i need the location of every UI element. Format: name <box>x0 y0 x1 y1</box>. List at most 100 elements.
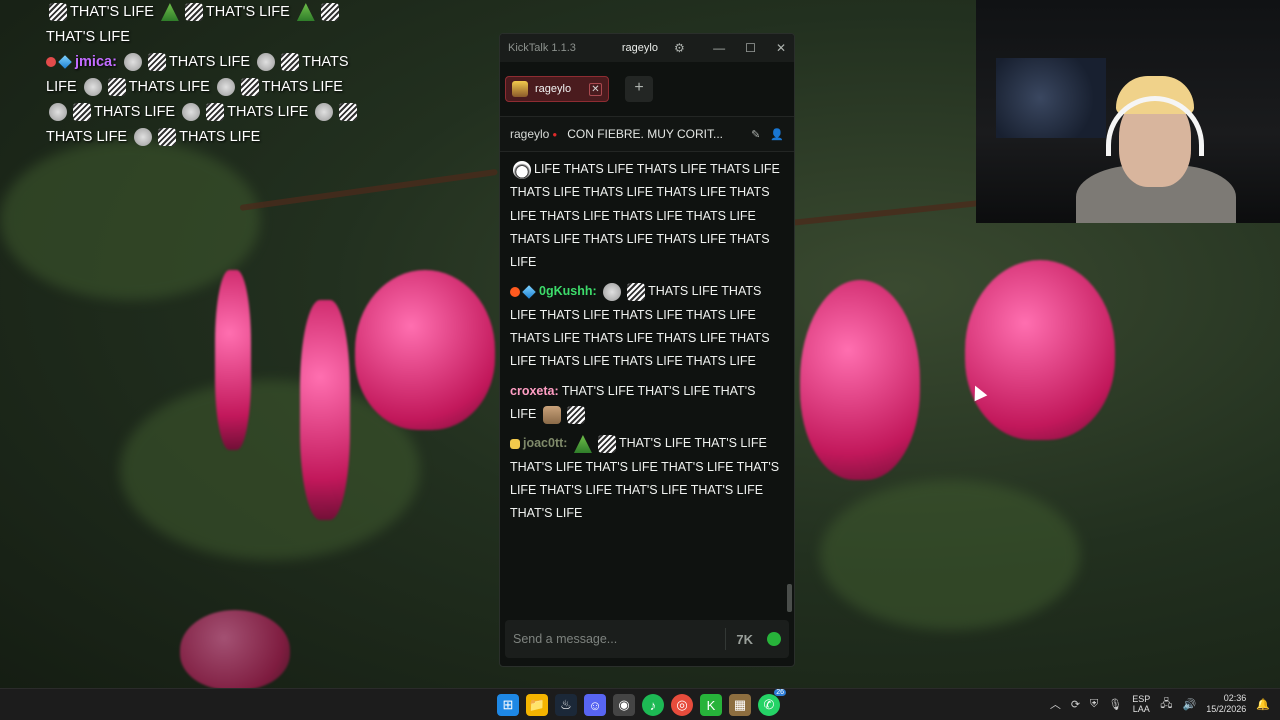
grey-emote-icon <box>603 283 622 302</box>
stream-overlay-chat: THAT'S LIFE THAT'S LIFE THAT'S LIFE jmic… <box>46 0 366 150</box>
minimize-icon[interactable]: — <box>713 41 725 55</box>
list-item: joac0tt: THAT'S LIFE THAT'S LIFE THAT'S … <box>510 432 780 525</box>
avatar <box>512 81 528 97</box>
clock-date: 15/2/2026 <box>1206 704 1247 714</box>
chat-tabs: rageylo ✕ + <box>500 62 794 116</box>
emote-picker-icon[interactable] <box>767 632 781 646</box>
message-input[interactable]: Send a message... 7K <box>505 620 789 658</box>
channel-name[interactable]: rageylo <box>510 127 549 141</box>
tree-emote-icon <box>160 3 179 22</box>
window-controls: — ☐ ✕ <box>713 41 786 55</box>
close-tab-icon[interactable]: ✕ <box>589 82 602 96</box>
minecraft-icon[interactable]: ▦ <box>729 694 751 716</box>
pin-icon[interactable]: ✎ <box>751 128 760 141</box>
overlay-text: THATS LIFE <box>94 104 176 120</box>
username[interactable]: joac0tt: <box>523 436 567 450</box>
overlay-line: THAT'S LIFE THAT'S LIFE <box>46 0 366 25</box>
chevron-up-icon[interactable]: ︿ <box>1050 696 1061 712</box>
language-indicator[interactable]: ESP LAA <box>1132 694 1150 714</box>
list-item: 0gKushh: THATS LIFE THATS LIFE THATS LIF… <box>510 280 780 373</box>
webcam-background-window <box>996 58 1106 138</box>
note-emote-icon <box>566 405 585 424</box>
tree-emote-icon <box>296 3 315 22</box>
close-icon[interactable]: ✕ <box>776 41 786 55</box>
note-emote-icon <box>627 283 646 302</box>
cube-badge-icon <box>522 285 536 299</box>
keyboard-layout: LAA <box>1132 704 1150 714</box>
badge-icon <box>510 438 520 449</box>
channel-header: rageylo ● CON FIEBRE. MUY CORIT... ✎ 👤 <box>500 116 794 152</box>
active-user-label[interactable]: rageylo <box>622 42 658 54</box>
note-emote-icon <box>320 3 339 22</box>
overlay-text: THATS LIFE <box>128 79 210 95</box>
shield-icon[interactable]: ⛨ <box>1090 698 1098 711</box>
chat-message-list[interactable]: LIFE THATS LIFE THATS LIFE THATS LIFE TH… <box>500 158 790 614</box>
steam-icon[interactable]: ♨ <box>555 694 577 716</box>
grey-emote-icon <box>257 53 276 72</box>
badge-icon <box>510 287 520 298</box>
overlay-text: THAT'S LIFE <box>70 4 154 20</box>
message-text: LIFE THATS LIFE THATS LIFE THATS LIFE TH… <box>510 162 780 270</box>
tab-label: rageylo <box>535 83 572 95</box>
overlay-text: THATS LIFE <box>261 79 343 95</box>
tab-rageylo[interactable]: rageylo ✕ <box>505 76 609 102</box>
overlay-text: THATS LIFE <box>179 129 261 145</box>
overlay-text: THATS LIFE <box>168 54 251 70</box>
gear-icon[interactable]: ⚙ <box>674 41 685 55</box>
file-explorer-icon[interactable]: 📁 <box>526 694 548 716</box>
note-emote-icon <box>184 3 203 22</box>
overlay-text: THAT'S LIFE <box>205 4 290 20</box>
grey-emote-icon <box>83 78 102 97</box>
note-emote-icon <box>339 103 358 122</box>
kick-icon[interactable]: K <box>700 694 722 716</box>
app-title: KickTalk 1.1.3 <box>508 42 576 54</box>
volume-icon[interactable]: 🔊 <box>1183 698 1197 711</box>
badge-icon <box>46 57 56 68</box>
sync-icon[interactable]: ⟳ <box>1071 698 1080 711</box>
clock[interactable]: 02:36 15/2/2026 <box>1206 693 1246 715</box>
username[interactable]: croxeta: <box>510 384 559 398</box>
message-input-placeholder[interactable]: Send a message... <box>513 632 725 646</box>
list-item: croxeta: THAT'S LIFE THAT'S LIFE THAT'S … <box>510 380 780 427</box>
note-emote-icon <box>107 78 126 97</box>
windows-start-icon[interactable]: ⊞ <box>497 694 519 716</box>
cup-emote-icon <box>513 160 531 179</box>
kicktalk-window: KickTalk 1.1.3 rageylo ⚙ — ☐ ✕ rageylo ✕… <box>499 33 795 667</box>
obs-icon[interactable]: ◉ <box>613 694 635 716</box>
list-item: LIFE THATS LIFE THATS LIFE THATS LIFE TH… <box>510 158 780 274</box>
grey-emote-icon <box>315 103 334 122</box>
note-emote-icon <box>240 78 259 97</box>
maximize-icon[interactable]: ☐ <box>745 41 756 55</box>
note-emote-icon <box>147 53 166 72</box>
title-bar: KickTalk 1.1.3 rageylo ⚙ — ☐ ✕ <box>500 34 794 62</box>
cat-emote-icon <box>542 405 561 424</box>
add-tab-button[interactable]: + <box>625 76 653 102</box>
chrome-icon[interactable]: ◎ <box>671 694 693 716</box>
overlay-text: THAT'S LIFE <box>46 29 130 45</box>
kick-emote-icon[interactable]: 7K <box>736 632 753 647</box>
grey-emote-icon <box>134 128 153 147</box>
taskbar-apps: ⊞ 📁 ♨ ☺ ◉ ♪ ◎ K ▦ ✆ 26 <box>497 689 786 716</box>
grey-emote-icon <box>123 53 142 72</box>
stream-title: CON FIEBRE. MUY CORIT... <box>567 127 723 141</box>
live-dot-icon: ● <box>552 129 558 139</box>
scrollbar[interactable] <box>787 584 792 612</box>
whatsapp-icon[interactable]: ✆ 26 <box>758 689 786 716</box>
grey-emote-icon <box>182 103 201 122</box>
note-emote-icon <box>158 128 177 147</box>
overlay-text: THATS LIFE <box>227 104 309 120</box>
note-emote-icon <box>73 103 91 122</box>
user-icon[interactable]: 👤 <box>770 128 784 141</box>
username[interactable]: 0gKushh: <box>539 284 597 298</box>
divider <box>725 628 727 650</box>
mic-icon[interactable]: 🎙 <box>1108 698 1122 711</box>
tree-emote-icon <box>573 434 592 453</box>
discord-icon[interactable]: ☺ <box>584 694 606 716</box>
note-emote-icon <box>49 3 67 22</box>
grey-emote-icon <box>49 103 67 122</box>
notification-bell-icon[interactable]: 🔔 <box>1256 698 1270 711</box>
webcam-overlay <box>976 0 1280 223</box>
network-icon[interactable]: 🖧 <box>1160 695 1172 714</box>
spotify-icon[interactable]: ♪ <box>642 694 664 716</box>
note-emote-icon <box>597 434 616 453</box>
